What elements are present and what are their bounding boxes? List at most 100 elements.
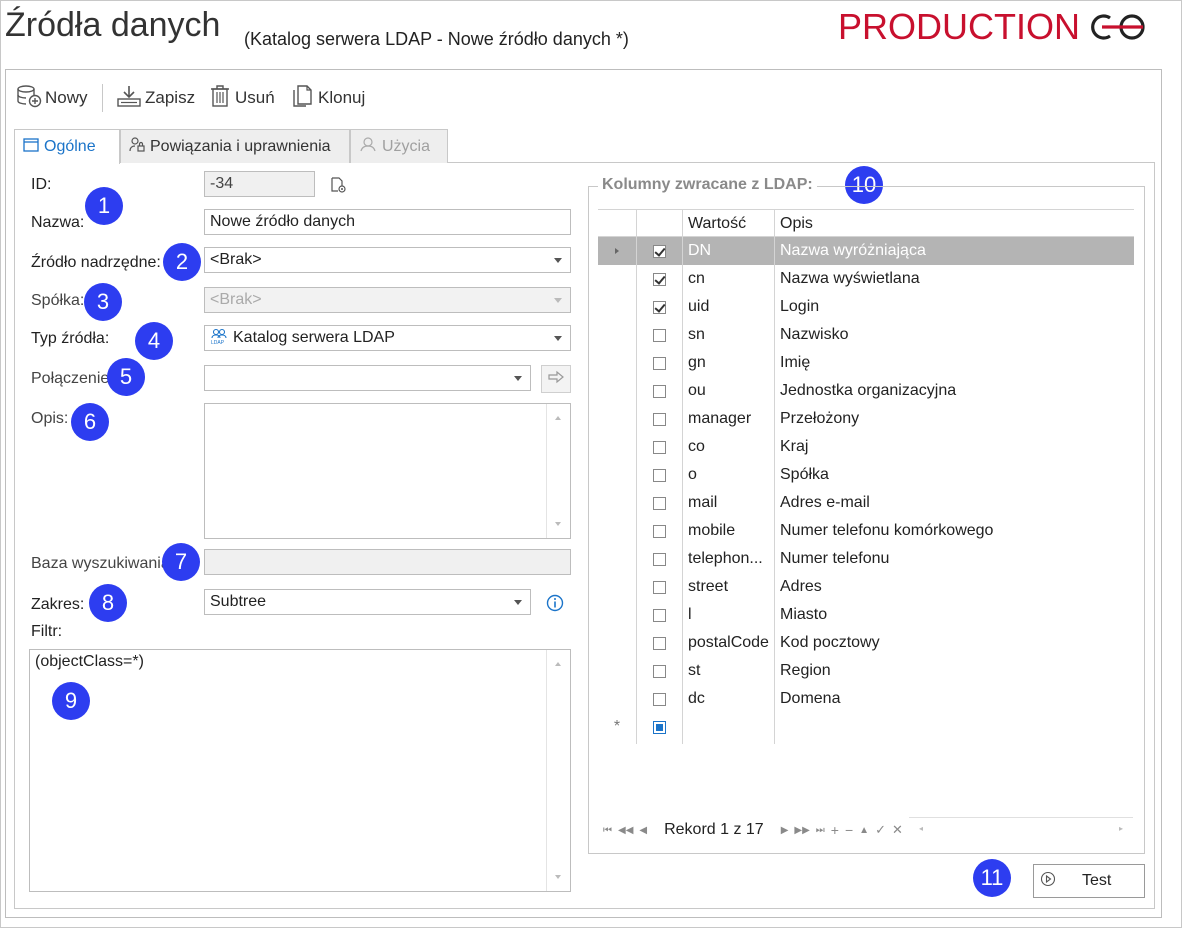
- description-cell[interactable]: Jednostka organizacyjna: [780, 377, 1134, 405]
- value-cell[interactable]: l: [688, 601, 772, 629]
- table-row[interactable]: dc Domena: [598, 685, 1134, 713]
- row-checkbox[interactable]: [652, 524, 666, 538]
- new-row-checkbox[interactable]: [652, 720, 666, 734]
- remove-record-icon[interactable]: −: [845, 822, 853, 838]
- description-cell[interactable]: Region: [780, 657, 1134, 685]
- description-cell[interactable]: Nazwa wyświetlana: [780, 265, 1134, 293]
- table-row[interactable]: postalCode Kod pocztowy: [598, 629, 1134, 657]
- value-cell[interactable]: sn: [688, 321, 772, 349]
- clone-button[interactable]: Klonuj: [291, 84, 365, 112]
- checkbox-cell[interactable]: [636, 545, 682, 573]
- edit-record-icon[interactable]: ▲: [859, 825, 869, 836]
- row-checkbox[interactable]: [652, 468, 666, 482]
- checkbox-cell[interactable]: [636, 293, 682, 321]
- checkbox-cell[interactable]: [636, 377, 682, 405]
- row-checkbox[interactable]: [652, 608, 666, 622]
- table-row[interactable]: gn Imię: [598, 349, 1134, 377]
- description-cell[interactable]: Kraj: [780, 433, 1134, 461]
- tab-usage[interactable]: Użycia: [350, 129, 448, 163]
- checkbox-cell[interactable]: [636, 433, 682, 461]
- prev-page-icon[interactable]: ◀◀: [618, 825, 633, 836]
- id-settings-icon[interactable]: [330, 177, 346, 197]
- go-to-connection-button[interactable]: [541, 365, 571, 393]
- test-button[interactable]: Test: [1033, 864, 1145, 898]
- scroll-right-icon[interactable]: ▸: [1119, 824, 1123, 833]
- source-type-select[interactable]: LDAP Katalog serwera LDAP: [204, 325, 571, 351]
- search-base-field[interactable]: [204, 549, 571, 575]
- grid-horizontal-scrollbar[interactable]: ◂ ▸: [909, 817, 1133, 841]
- row-checkbox[interactable]: [652, 580, 666, 594]
- new-button[interactable]: Nowy: [16, 84, 88, 112]
- row-checkbox[interactable]: [652, 300, 666, 314]
- column-header-description[interactable]: Opis: [780, 210, 1134, 238]
- table-row[interactable]: mobile Numer telefonu komórkowego: [598, 517, 1134, 545]
- value-cell[interactable]: dc: [688, 685, 772, 713]
- checkbox-cell[interactable]: [636, 685, 682, 713]
- description-cell[interactable]: Login: [780, 293, 1134, 321]
- value-cell[interactable]: street: [688, 573, 772, 601]
- table-row[interactable]: co Kraj: [598, 433, 1134, 461]
- row-checkbox[interactable]: [652, 636, 666, 650]
- row-checkbox[interactable]: [652, 272, 666, 286]
- checkbox-cell[interactable]: [636, 405, 682, 433]
- table-row[interactable]: cn Nazwa wyświetlana: [598, 265, 1134, 293]
- row-checkbox[interactable]: [652, 412, 666, 426]
- delete-button[interactable]: Usuń: [208, 84, 275, 112]
- description-cell[interactable]: Adres: [780, 573, 1134, 601]
- value-cell[interactable]: cn: [688, 265, 772, 293]
- scroll-left-icon[interactable]: ◂: [919, 824, 923, 833]
- table-row[interactable]: manager Przełożony: [598, 405, 1134, 433]
- value-cell[interactable]: telephon...: [688, 545, 772, 573]
- value-cell[interactable]: mobile: [688, 517, 772, 545]
- row-checkbox[interactable]: [652, 552, 666, 566]
- table-row[interactable]: street Adres: [598, 573, 1134, 601]
- description-cell[interactable]: Przełożony: [780, 405, 1134, 433]
- row-checkbox[interactable]: [652, 328, 666, 342]
- checkbox-cell[interactable]: [636, 601, 682, 629]
- row-checkbox[interactable]: [652, 664, 666, 678]
- value-cell[interactable]: mail: [688, 489, 772, 517]
- checkbox-cell[interactable]: [636, 657, 682, 685]
- checkbox-cell[interactable]: [636, 629, 682, 657]
- prev-record-icon[interactable]: ◀: [639, 825, 647, 836]
- checkbox-cell[interactable]: [636, 489, 682, 517]
- next-record-icon[interactable]: ▶: [781, 825, 789, 836]
- description-cell[interactable]: Miasto: [780, 601, 1134, 629]
- connection-select[interactable]: [204, 365, 531, 391]
- row-checkbox[interactable]: [652, 244, 666, 258]
- next-page-icon[interactable]: ▶▶: [794, 825, 809, 836]
- description-cell[interactable]: Adres e-mail: [780, 489, 1134, 517]
- value-cell[interactable]: DN: [688, 237, 772, 265]
- description-cell[interactable]: Kod pocztowy: [780, 629, 1134, 657]
- description-cell[interactable]: Spółka: [780, 461, 1134, 489]
- checkbox-cell[interactable]: [636, 321, 682, 349]
- row-checkbox[interactable]: [652, 496, 666, 510]
- checkbox-cell[interactable]: [636, 237, 682, 265]
- checkbox-cell[interactable]: [636, 349, 682, 377]
- tab-permissions[interactable]: Powiązania i uprawnienia: [120, 129, 350, 163]
- value-cell[interactable]: gn: [688, 349, 772, 377]
- description-cell[interactable]: Imię: [780, 349, 1134, 377]
- description-cell[interactable]: Numer telefonu: [780, 545, 1134, 573]
- parent-source-select[interactable]: <Brak>: [204, 247, 571, 273]
- value-cell[interactable]: st: [688, 657, 772, 685]
- description-field[interactable]: [204, 403, 571, 539]
- table-row[interactable]: sn Nazwisko: [598, 321, 1134, 349]
- confirm-icon[interactable]: ✓: [875, 822, 886, 838]
- new-row[interactable]: *: [598, 713, 1134, 741]
- row-checkbox[interactable]: [652, 384, 666, 398]
- value-cell[interactable]: uid: [688, 293, 772, 321]
- table-row[interactable]: telephon... Numer telefonu: [598, 545, 1134, 573]
- checkbox-cell[interactable]: [636, 517, 682, 545]
- description-scrollbar[interactable]: [546, 404, 570, 538]
- table-row[interactable]: l Miasto: [598, 601, 1134, 629]
- table-row[interactable]: uid Login: [598, 293, 1134, 321]
- last-record-icon[interactable]: ⏭: [816, 825, 825, 836]
- value-cell[interactable]: postalCode: [688, 629, 772, 657]
- info-icon[interactable]: [546, 594, 564, 616]
- table-row[interactable]: mail Adres e-mail: [598, 489, 1134, 517]
- table-row[interactable]: st Region: [598, 657, 1134, 685]
- add-record-icon[interactable]: +: [831, 822, 839, 838]
- checkbox-cell[interactable]: [636, 461, 682, 489]
- filter-scrollbar[interactable]: [546, 650, 570, 891]
